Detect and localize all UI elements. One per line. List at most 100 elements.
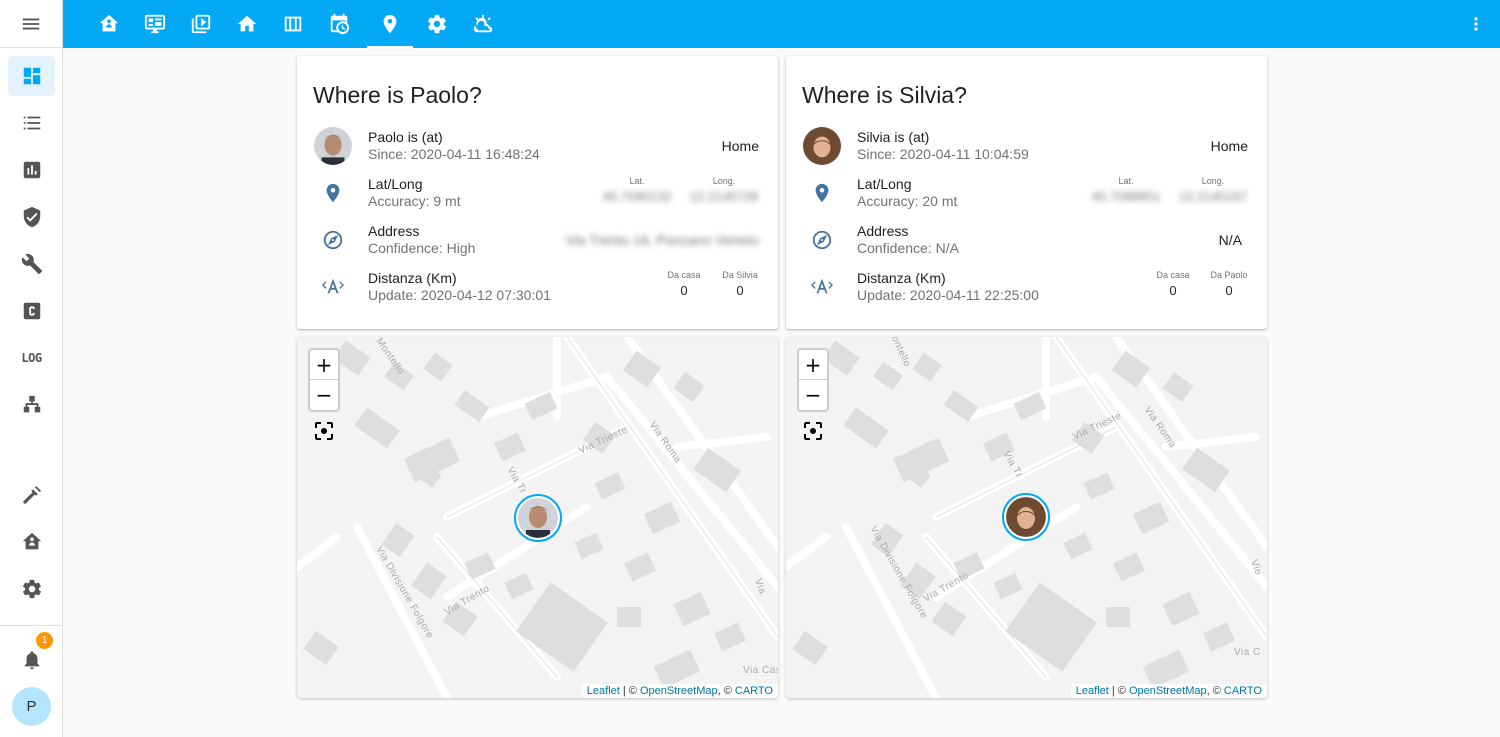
tab-location[interactable] — [367, 0, 413, 48]
sidebar-item-overview[interactable] — [8, 56, 55, 96]
fit-bounds-button[interactable] — [801, 419, 825, 443]
entity-row-address[interactable]: Address Confidence: N/A N/A — [786, 218, 1267, 262]
entity-row-person[interactable]: Silvia is (at) Since: 2020-04-11 10:04:5… — [786, 124, 1267, 168]
sidebar-item-history[interactable] — [8, 150, 55, 190]
entity-row-latlong[interactable]: Lat/Long Accuracy: 20 mt Lat. 45.7088851… — [786, 171, 1267, 215]
entity-secondary: Update: 2020-04-11 22:25:00 — [857, 287, 1039, 303]
entity-state: Home — [1210, 138, 1248, 154]
sidebar-item-notifications[interactable]: 1 — [8, 632, 55, 680]
c-box-icon — [23, 302, 40, 320]
sidebar: LOG 1 P — [0, 0, 63, 737]
distance-other-attribute: Da Silvia 0 — [722, 270, 758, 298]
zoom-in-button[interactable]: + — [310, 350, 338, 380]
focus-icon — [804, 422, 822, 440]
chart-icon — [23, 161, 40, 179]
user-avatar[interactable]: P — [12, 687, 51, 726]
wrench-icon — [21, 254, 42, 275]
tab-weather[interactable] — [460, 0, 506, 48]
street-label: Via C — [1234, 647, 1261, 658]
entity-name: Lat/Long — [857, 176, 912, 192]
hammer-icon — [22, 486, 41, 505]
gear-icon — [22, 579, 41, 599]
person-marker[interactable] — [1002, 493, 1050, 541]
sidebar-divider — [0, 625, 63, 626]
zoom-control: + − — [797, 348, 829, 412]
longitude-attribute: Long. 12.2145167 — [1173, 176, 1253, 204]
entity-name: Paolo is (at) — [368, 129, 443, 145]
entity-name: Lat/Long — [368, 176, 423, 192]
map-card-paolo[interactable]: Montello Via Trieste Via Roma Via Tr Via… — [297, 337, 778, 698]
entity-row-address[interactable]: Address Confidence: High Via Trento 18, … — [297, 218, 778, 262]
zoom-control: + − — [308, 348, 340, 412]
latitude-attribute: Lat. 45.7090132 — [597, 176, 677, 204]
person-avatar — [313, 126, 353, 166]
entity-secondary: Accuracy: 20 mt — [857, 193, 958, 209]
blinds-icon — [284, 16, 302, 32]
entity-name: Distanza (Km) — [368, 270, 457, 286]
tab-home[interactable] — [224, 0, 270, 48]
zoom-in-button[interactable]: + — [799, 350, 827, 380]
osm-link[interactable]: OpenStreetMap — [640, 685, 718, 697]
focus-icon — [315, 422, 333, 440]
sidebar-item-supervisor[interactable] — [8, 522, 55, 562]
tab-media[interactable] — [178, 0, 224, 48]
sidebar-item-network[interactable] — [8, 385, 55, 425]
sidebar-item-tools[interactable] — [8, 244, 55, 284]
entities-card-paolo: Where is Paolo? Paolo is (at) Since: 202… — [297, 56, 778, 329]
leaflet-link[interactable]: Leaflet — [587, 685, 620, 697]
menu-icon[interactable] — [20, 13, 42, 35]
shield-check-icon — [23, 206, 40, 228]
tab-monitor[interactable] — [132, 0, 178, 48]
sitemap-icon — [23, 395, 40, 413]
map-marker-distance-icon — [802, 267, 842, 307]
person-marker-avatar — [1006, 497, 1046, 537]
person-marker[interactable] — [514, 494, 562, 542]
leaflet-link[interactable]: Leaflet — [1076, 685, 1109, 697]
compass-icon — [802, 220, 842, 260]
zoom-out-button[interactable]: − — [799, 380, 827, 410]
home-icon — [237, 15, 257, 32]
map-marker-icon — [313, 173, 353, 213]
entity-name: Address — [857, 223, 909, 239]
distance-other-attribute: Da Paolo 0 — [1210, 270, 1248, 298]
card-title: Where is Paolo? — [313, 82, 482, 108]
tab-schedule[interactable] — [316, 0, 362, 48]
map-card-silvia[interactable]: Montello Via Trieste Via Roma Via Tr Via… — [786, 337, 1267, 698]
dashboard-icon — [23, 67, 40, 85]
sidebar-item-configuration[interactable] — [8, 569, 55, 609]
osm-link[interactable]: OpenStreetMap — [1129, 685, 1207, 697]
map-attribution: Leaflet | © OpenStreetMap, © CARTO — [581, 684, 778, 698]
entity-row-distance[interactable]: Distanza (Km) Update: 2020-04-12 07:30:0… — [297, 265, 778, 309]
gear-icon — [428, 14, 446, 34]
sidebar-item-developer-tools[interactable] — [8, 475, 55, 515]
overflow-menu-button[interactable] — [1464, 12, 1488, 36]
street-label: Via Cas — [743, 665, 778, 676]
sidebar-item-logbook[interactable] — [8, 103, 55, 143]
entity-secondary: Accuracy: 9 mt — [368, 193, 461, 209]
tab-settings[interactable] — [414, 0, 460, 48]
carto-link[interactable]: CARTO — [735, 685, 773, 697]
distance-home-attribute: Da casa 0 — [667, 270, 701, 298]
entity-row-person[interactable]: Paolo is (at) Since: 2020-04-11 16:48:24… — [297, 124, 778, 168]
calendar-clock-icon — [330, 13, 350, 35]
list-icon — [23, 116, 40, 130]
latitude-value: 45.7088851 — [1091, 189, 1161, 204]
entity-row-latlong[interactable]: Lat/Long Accuracy: 9 mt Lat. 45.7090132 … — [297, 171, 778, 215]
zoom-out-button[interactable]: − — [310, 380, 338, 410]
sidebar-item-log[interactable]: LOG — [8, 338, 55, 378]
longitude-value: 12.2145167 — [1178, 189, 1248, 204]
tab-home-assistant[interactable] — [86, 0, 132, 48]
entity-row-distance[interactable]: Distanza (Km) Update: 2020-04-11 22:25:0… — [786, 265, 1267, 309]
sidebar-item-security[interactable] — [8, 197, 55, 237]
entity-name: Silvia is (at) — [857, 129, 930, 145]
entity-state: N/A — [1218, 232, 1242, 248]
map-marker-distance-icon — [313, 267, 353, 307]
carto-link[interactable]: CARTO — [1224, 685, 1262, 697]
home-assistant-icon — [99, 14, 119, 32]
map-marker-icon — [802, 173, 842, 213]
sidebar-item-configurator[interactable] — [8, 291, 55, 331]
latitude-value: 45.7090132 — [602, 189, 672, 204]
sidebar-header — [0, 0, 62, 48]
fit-bounds-button[interactable] — [312, 419, 336, 443]
tab-blinds[interactable] — [270, 0, 316, 48]
